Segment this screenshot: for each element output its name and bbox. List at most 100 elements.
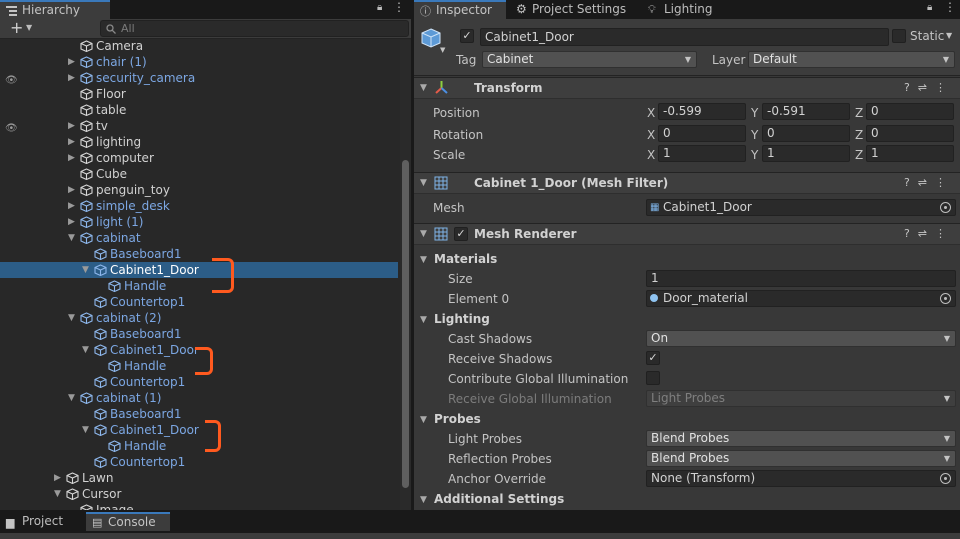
anchor-override-field[interactable]: None (Transform): [646, 470, 956, 487]
collapsed-arrow-icon[interactable]: ▶: [68, 214, 78, 230]
lock-icon[interactable]: 🔒︎: [927, 2, 932, 13]
collapsed-arrow-icon[interactable]: ▶: [68, 150, 78, 166]
hierarchy-row[interactable]: ▼ Cursor: [0, 486, 398, 502]
fold-arrow-icon[interactable]: ▼: [420, 315, 427, 325]
active-checkbox[interactable]: ✓: [460, 29, 474, 43]
expanded-arrow-icon[interactable]: ▼: [82, 422, 92, 438]
tag-dropdown[interactable]: Cabinet: [482, 51, 697, 68]
collapsed-arrow-icon[interactable]: ▶: [68, 198, 78, 214]
expanded-arrow-icon[interactable]: ▼: [82, 342, 92, 358]
position-z-field[interactable]: 0: [866, 103, 954, 120]
scale-z-label[interactable]: Z: [855, 148, 863, 162]
rotation-y-label[interactable]: Y: [751, 128, 758, 142]
fold-arrow-icon[interactable]: ▼: [420, 255, 427, 265]
contribute-gi-checkbox[interactable]: [646, 371, 660, 385]
tab-project-settings[interactable]: ⚙ Project Settings: [510, 0, 634, 19]
hierarchy-row[interactable]: Baseboard1: [0, 326, 398, 342]
add-object-button[interactable]: +: [10, 18, 23, 37]
probes-label[interactable]: Probes: [434, 412, 481, 426]
element0-object-field[interactable]: Door_material: [646, 290, 956, 307]
size-field[interactable]: 1: [646, 270, 956, 287]
fold-arrow-icon[interactable]: ▼: [420, 495, 427, 505]
mesh-renderer-component-header[interactable]: ▼ ✓ Mesh Renderer ?⇌⋮: [414, 223, 960, 245]
position-x-label[interactable]: X: [647, 106, 655, 120]
layer-dropdown[interactable]: Default: [748, 51, 955, 68]
chevron-down-icon[interactable]: ▼: [946, 31, 952, 40]
hierarchy-row[interactable]: ▶ light (1): [0, 214, 398, 230]
static-checkbox[interactable]: [892, 29, 906, 43]
collapsed-arrow-icon[interactable]: ▶: [68, 182, 78, 198]
component-menu-icons[interactable]: ?⇌⋮: [904, 176, 954, 189]
reflection-probes-dropdown[interactable]: Blend Probes: [646, 450, 956, 467]
chevron-down-icon[interactable]: ▼: [26, 23, 32, 32]
light-probes-dropdown[interactable]: Blend Probes: [646, 430, 956, 447]
scale-y-label[interactable]: Y: [751, 148, 758, 162]
mesh-renderer-enabled-checkbox[interactable]: ✓: [454, 227, 468, 241]
tab-project[interactable]: ▆ Project: [0, 512, 82, 531]
scale-x-label[interactable]: X: [647, 148, 655, 162]
hierarchy-scrollbar[interactable]: [400, 40, 411, 510]
hierarchy-row[interactable]: ▶ penguin_toy: [0, 182, 398, 198]
fold-arrow-icon[interactable]: ▼: [420, 83, 427, 93]
materials-label[interactable]: Materials: [434, 252, 497, 266]
gameobject-cube-icon[interactable]: [420, 27, 442, 49]
tab-lighting[interactable]: 💡︎ Lighting: [642, 0, 722, 19]
object-picker-icon[interactable]: [940, 473, 951, 484]
expanded-arrow-icon[interactable]: ▼: [68, 390, 78, 406]
tab-console[interactable]: ▤ Console: [86, 512, 170, 531]
collapsed-arrow-icon[interactable]: ▶: [68, 70, 78, 86]
expanded-arrow-icon[interactable]: ▼: [68, 230, 78, 246]
position-y-field[interactable]: -0.591: [762, 103, 850, 120]
position-x-field[interactable]: -0.599: [658, 103, 746, 120]
visibility-eye-icon[interactable]: 👁︎: [5, 121, 19, 134]
chevron-down-icon[interactable]: ▼: [440, 46, 445, 54]
lock-icon[interactable]: 🔒︎: [377, 2, 382, 13]
object-picker-icon[interactable]: [940, 293, 951, 304]
hierarchy-row[interactable]: Cube: [0, 166, 398, 182]
hierarchy-row[interactable]: Countertop1: [0, 454, 398, 470]
hierarchy-row[interactable]: ▶ chair (1): [0, 54, 398, 70]
hierarchy-row[interactable]: ▼ cabinat: [0, 230, 398, 246]
hierarchy-row[interactable]: Baseboard1: [0, 246, 398, 262]
object-picker-icon[interactable]: [940, 202, 951, 213]
component-menu-icons[interactable]: ?⇌⋮: [904, 227, 954, 240]
rotation-y-field[interactable]: 0: [762, 125, 850, 142]
component-menu-icons[interactable]: ?⇌⋮: [904, 81, 954, 94]
hierarchy-row[interactable]: ▼ Cabinet1_Door: [0, 262, 398, 278]
hierarchy-row[interactable]: ▶ lighting: [0, 134, 398, 150]
hierarchy-row[interactable]: Handle: [0, 438, 398, 454]
additional-settings-label[interactable]: Additional Settings: [434, 492, 564, 506]
scrollbar-thumb[interactable]: [402, 160, 409, 488]
tab-hierarchy[interactable]: Hierarchy: [0, 0, 110, 19]
hierarchy-row[interactable]: ▶ Lawn: [0, 470, 398, 486]
hierarchy-row[interactable]: 👁︎ ▶ tv: [0, 118, 398, 134]
hierarchy-row[interactable]: ▼ Cabinet1_Door: [0, 422, 398, 438]
collapsed-arrow-icon[interactable]: ▶: [68, 118, 78, 134]
position-z-label[interactable]: Z: [855, 106, 863, 120]
scale-x-field[interactable]: 1: [658, 145, 746, 162]
visibility-eye-icon[interactable]: 👁︎: [5, 73, 19, 86]
scale-y-field[interactable]: 1: [762, 145, 850, 162]
more-options-icon[interactable]: ⋮: [944, 0, 956, 14]
transform-component-header[interactable]: ▼ Transform ?⇌⋮: [414, 77, 960, 99]
receive-shadows-checkbox[interactable]: ✓: [646, 351, 660, 365]
hierarchy-row[interactable]: Countertop1: [0, 294, 398, 310]
mesh-filter-component-header[interactable]: ▼ Cabinet 1_Door (Mesh Filter) ?⇌⋮: [414, 172, 960, 194]
hierarchy-row[interactable]: table: [0, 102, 398, 118]
hierarchy-search-input[interactable]: All: [100, 20, 409, 37]
fold-arrow-icon[interactable]: ▼: [420, 178, 427, 188]
hierarchy-row[interactable]: Camera: [0, 38, 398, 54]
hierarchy-row[interactable]: Countertop1: [0, 374, 398, 390]
hierarchy-row[interactable]: ▶ simple_desk: [0, 198, 398, 214]
more-options-icon[interactable]: ⋮: [393, 0, 405, 14]
object-name-field[interactable]: Cabinet1_Door: [480, 28, 889, 46]
hierarchy-row[interactable]: ▼ cabinat (2): [0, 310, 398, 326]
hierarchy-row[interactable]: 👁︎ ▶ security_camera: [0, 70, 398, 86]
lighting-section-label[interactable]: Lighting: [434, 312, 490, 326]
fold-arrow-icon[interactable]: ▼: [420, 229, 427, 239]
hierarchy-row[interactable]: ▶ computer: [0, 150, 398, 166]
rotation-x-label[interactable]: X: [647, 128, 655, 142]
rotation-x-field[interactable]: 0: [658, 125, 746, 142]
fold-arrow-icon[interactable]: ▼: [420, 415, 427, 425]
rotation-z-label[interactable]: Z: [855, 128, 863, 142]
